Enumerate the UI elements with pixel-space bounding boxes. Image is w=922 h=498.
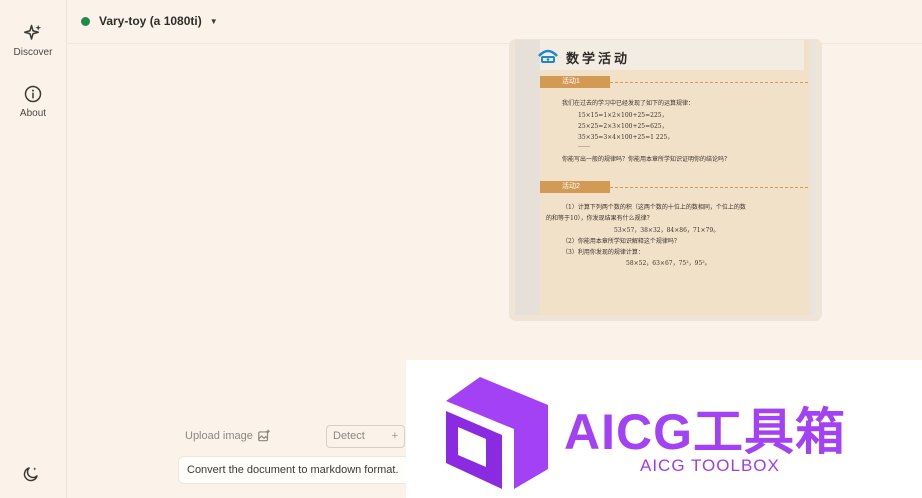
- section-tag-2: 活动2: [540, 181, 610, 193]
- sparkle-icon: [24, 24, 42, 40]
- prompt-input[interactable]: Convert the document to markdown format.: [178, 456, 418, 484]
- sidebar-item-about[interactable]: About: [0, 85, 66, 119]
- doc-line: ……: [578, 142, 590, 149]
- doc-line: 的和等于10），你发现结果有什么规律？: [546, 215, 653, 222]
- image-upload-icon: [258, 429, 270, 442]
- doc-line: 35×35=3×4×100+25=1 225，: [578, 134, 674, 141]
- header: Vary-toy (a 1080ti) ▼: [67, 0, 922, 44]
- detect-label: Detect: [333, 430, 365, 442]
- plus-icon: +: [391, 430, 398, 442]
- doc-line: 我们在过去的学习中已经发现了如下的运算规律：: [562, 100, 695, 107]
- moon-icon: [23, 467, 38, 482]
- sidebar-item-label: Discover: [13, 47, 53, 58]
- doc-line: （1）计算下列两个数的积（这两个数的十位上的数相同，个位上的数: [562, 204, 746, 211]
- doc-line: 25×25=2×3×100+25=625，: [578, 123, 668, 130]
- sidebar: Discover About: [0, 0, 67, 498]
- document-title: 数学活动: [566, 52, 631, 67]
- theme-toggle-button[interactable]: [22, 465, 40, 488]
- status-dot: [81, 16, 90, 26]
- doc-line: 15×15=1×2×100+25=225，: [578, 112, 668, 119]
- doc-line: 53×57，38×32，84×86，71×79。: [614, 227, 720, 234]
- telephone-logo-icon: [538, 49, 558, 63]
- sidebar-item-label: About: [19, 108, 47, 119]
- watermark-subtitle: AICG TOOLBOX: [640, 456, 780, 475]
- caret-down-icon: ▼: [209, 16, 218, 26]
- model-selector[interactable]: Vary-toy (a 1080ti) ▼: [81, 14, 218, 28]
- upload-image-button[interactable]: Upload image: [185, 429, 271, 443]
- detect-button[interactable]: Detect +: [326, 425, 405, 448]
- doc-line: 58×52，63×67，75²，95²。: [626, 260, 711, 267]
- watermark-title: AICG工具箱: [564, 404, 846, 460]
- section-tag-1: 活动1: [540, 76, 610, 88]
- info-icon: [24, 85, 42, 103]
- doc-line: 你能写出一般的规律吗？你能用本章所学知识证明你的结论吗？: [562, 156, 731, 163]
- document-preview: 数学活动 活动1 我们在过去的学习中已经发现了如下的运算规律： 15×15=1×…: [510, 40, 821, 320]
- aicg-logo-icon: [446, 377, 548, 489]
- watermark-overlay: AICG工具箱 AICG TOOLBOX: [406, 360, 922, 498]
- sidebar-item-discover[interactable]: Discover: [0, 24, 66, 58]
- upload-label: Upload image: [185, 430, 253, 442]
- doc-line: （3）利用你发现的规律计算：: [562, 249, 644, 256]
- model-name: Vary-toy (a 1080ti): [99, 14, 202, 28]
- doc-line: （2）你能用本章所学知识解释这个规律吗？: [562, 238, 680, 245]
